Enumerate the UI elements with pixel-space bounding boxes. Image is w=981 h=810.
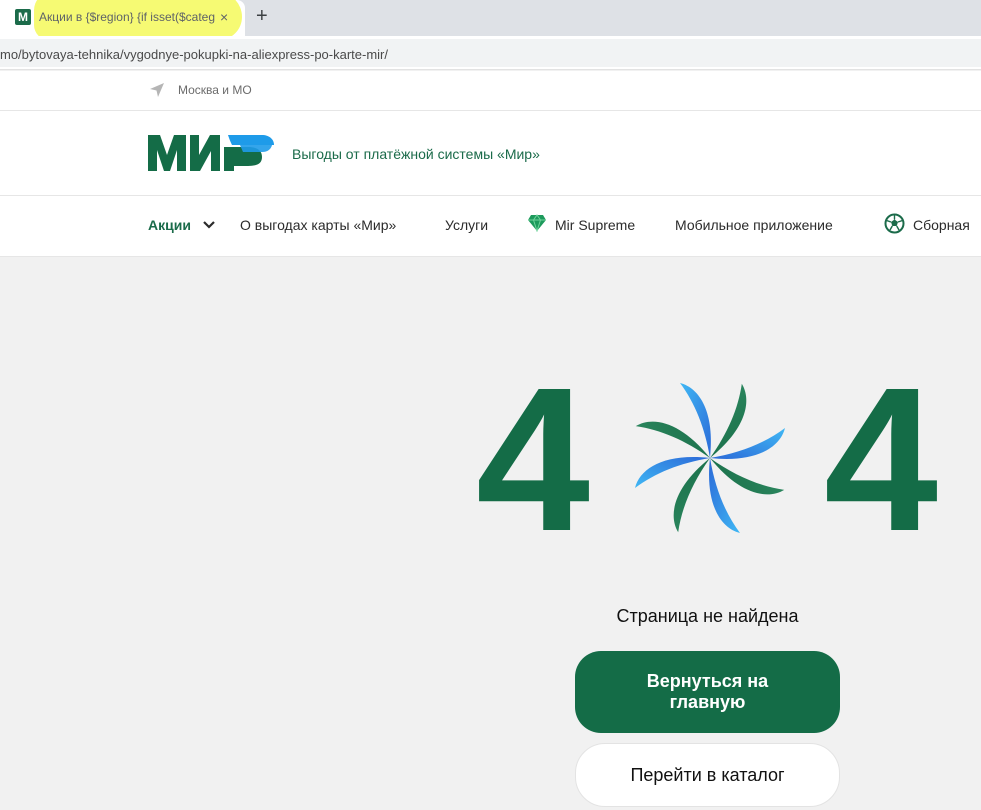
pinwheel-icon [635,383,785,533]
close-tab-icon[interactable]: × [220,9,228,25]
nav-item-national-team[interactable]: Сборная [913,217,970,233]
chevron-down-icon[interactable] [202,220,216,230]
new-tab-button[interactable]: + [256,5,268,27]
nav-item-services[interactable]: Услуги [445,217,488,233]
browser-tab-bar: М Акции в {$region} {if isset($categ × + [0,0,981,40]
brand-header: Выгоды от платёжной системы «Мир» [0,111,981,196]
not-found-message: Страница не найдена [616,606,799,626]
diamond-icon [528,214,546,232]
soccer-ball-icon [884,213,905,234]
mir-logo[interactable] [148,133,274,171]
return-home-button[interactable]: Вернуться на главную [575,651,840,733]
location-arrow-icon[interactable] [148,81,166,99]
nav-item-card-benefits[interactable]: О выгодах карты «Мир» [240,217,396,233]
browser-tab[interactable]: М Акции в {$region} {if isset($categ × [0,0,245,40]
error-404-graphic: 4 4 [476,350,938,565]
nav-item-mobile-app[interactable]: Мобильное приложение [675,217,833,233]
tab-title: Акции в {$region} {if isset($categ [39,10,215,24]
location-label[interactable]: Москва и МО [178,83,252,97]
nav-item-mir-supreme[interactable]: Mir Supreme [555,217,635,233]
digit-four-left: 4 [476,350,590,565]
digit-four-right: 4 [824,350,938,565]
location-strip: Москва и МО [0,71,981,111]
site-favicon-icon: М [15,9,31,25]
brand-tagline: Выгоды от платёжной системы «Мир» [292,146,540,162]
url-field[interactable]: mo/bytovaya-tehnika/vygodnye-pokupki-na-… [0,39,981,67]
main-nav: Акции О выгодах карты «Мир» Услуги Mir S… [0,196,981,257]
go-to-catalog-button[interactable]: Перейти в каталог [575,743,840,807]
address-bar: mo/bytovaya-tehnika/vygodnye-pokupki-na-… [0,36,981,70]
url-text: mo/bytovaya-tehnika/vygodnye-pokupki-na-… [0,47,389,62]
nav-item-promotions[interactable]: Акции [148,217,191,233]
